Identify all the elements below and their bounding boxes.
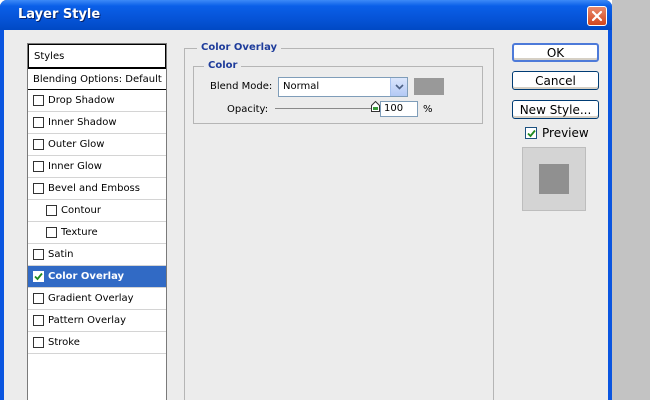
gradient-overlay-checkbox[interactable] <box>33 293 44 304</box>
style-item-texture[interactable]: Texture <box>28 222 166 244</box>
bevel-emboss-checkbox[interactable] <box>33 183 44 194</box>
style-item-contour[interactable]: Contour <box>28 200 166 222</box>
chevron-down-icon <box>394 84 404 90</box>
opacity-input[interactable]: 100 <box>380 101 418 117</box>
color-overlay-checkbox[interactable] <box>33 271 44 282</box>
style-item-stroke[interactable]: Stroke <box>28 332 166 354</box>
opacity-slider-track[interactable] <box>275 108 380 109</box>
style-item-pattern-overlay[interactable]: Pattern Overlay <box>28 310 166 332</box>
opacity-unit: % <box>423 104 433 115</box>
style-item-label: Gradient Overlay <box>48 293 134 304</box>
cancel-button[interactable]: Cancel <box>512 71 599 90</box>
new-style-button[interactable]: New Style... <box>512 100 599 119</box>
title-bar[interactable]: Layer Style <box>0 0 612 30</box>
style-item-label: Outer Glow <box>48 139 105 150</box>
preview-swatch <box>539 164 569 194</box>
layer-style-dialog: Layer Style Styles Blending Options: Def… <box>0 0 612 400</box>
style-item-label: Color Overlay <box>48 271 125 282</box>
blend-mode-value: Normal <box>283 81 320 92</box>
style-item-outer-glow[interactable]: Outer Glow <box>28 134 166 156</box>
style-item-drop-shadow[interactable]: Drop Shadow <box>28 90 166 112</box>
style-item-gradient-overlay[interactable]: Gradient Overlay <box>28 288 166 310</box>
inner-shadow-checkbox[interactable] <box>33 117 44 128</box>
style-item-label: Stroke <box>48 337 80 348</box>
background-strip <box>612 0 650 400</box>
color-overlay-title: Color Overlay <box>197 42 282 53</box>
pattern-overlay-checkbox[interactable] <box>33 315 44 326</box>
dropdown-arrow[interactable] <box>390 78 407 96</box>
dialog-client-area: Styles Blending Options: Default Drop Sh… <box>4 30 608 400</box>
styles-header[interactable]: Styles <box>28 44 166 68</box>
style-item-bevel-emboss[interactable]: Bevel and Emboss <box>28 178 166 200</box>
preview-label: Preview <box>542 126 589 140</box>
style-item-label: Texture <box>61 227 98 238</box>
overlay-color-swatch[interactable] <box>414 78 444 95</box>
window-title: Layer Style <box>18 7 101 22</box>
style-item-label: Inner Shadow <box>48 117 117 128</box>
ok-button[interactable]: OK <box>512 43 599 62</box>
drop-shadow-checkbox[interactable] <box>33 95 44 106</box>
stroke-checkbox[interactable] <box>33 337 44 348</box>
inner-glow-checkbox[interactable] <box>33 161 44 172</box>
texture-checkbox[interactable] <box>46 227 57 238</box>
blend-mode-select[interactable]: Normal <box>278 77 408 97</box>
preview-thumbnail <box>522 147 586 211</box>
color-overlay-group: Color Overlay Color Blend Mode: Normal O… <box>184 42 494 400</box>
opacity-label: Opacity: <box>227 104 269 115</box>
outer-glow-checkbox[interactable] <box>33 139 44 150</box>
style-item-label: Inner Glow <box>48 161 102 172</box>
style-item-inner-shadow[interactable]: Inner Shadow <box>28 112 166 134</box>
style-item-label: Satin <box>48 249 74 260</box>
style-item-label: Bevel and Emboss <box>48 183 140 194</box>
close-button[interactable] <box>587 6 607 26</box>
color-subgroup: Color Blend Mode: Normal Opacity: 100 % <box>193 60 483 124</box>
contour-checkbox[interactable] <box>46 205 57 216</box>
blending-options-label: Blending Options: Default <box>33 73 162 85</box>
style-item-label: Pattern Overlay <box>48 315 127 326</box>
styles-list: Styles Blending Options: Default Drop Sh… <box>27 43 167 400</box>
close-icon <box>591 10 603 22</box>
blending-options-item[interactable]: Blending Options: Default <box>28 68 166 90</box>
style-item-label: Contour <box>61 205 101 216</box>
slider-thumb-icon[interactable] <box>371 101 380 112</box>
checkmark-icon <box>34 272 43 281</box>
color-subgroup-title: Color <box>204 60 242 71</box>
style-item-label: Drop Shadow <box>48 95 115 106</box>
style-item-color-overlay[interactable]: Color Overlay <box>28 266 166 288</box>
satin-checkbox[interactable] <box>33 249 44 260</box>
checkmark-icon <box>526 129 536 137</box>
style-item-satin[interactable]: Satin <box>28 244 166 266</box>
preview-checkbox[interactable] <box>525 127 537 139</box>
style-item-inner-glow[interactable]: Inner Glow <box>28 156 166 178</box>
blend-mode-label: Blend Mode: <box>210 81 273 92</box>
styles-header-label: Styles <box>34 50 65 62</box>
